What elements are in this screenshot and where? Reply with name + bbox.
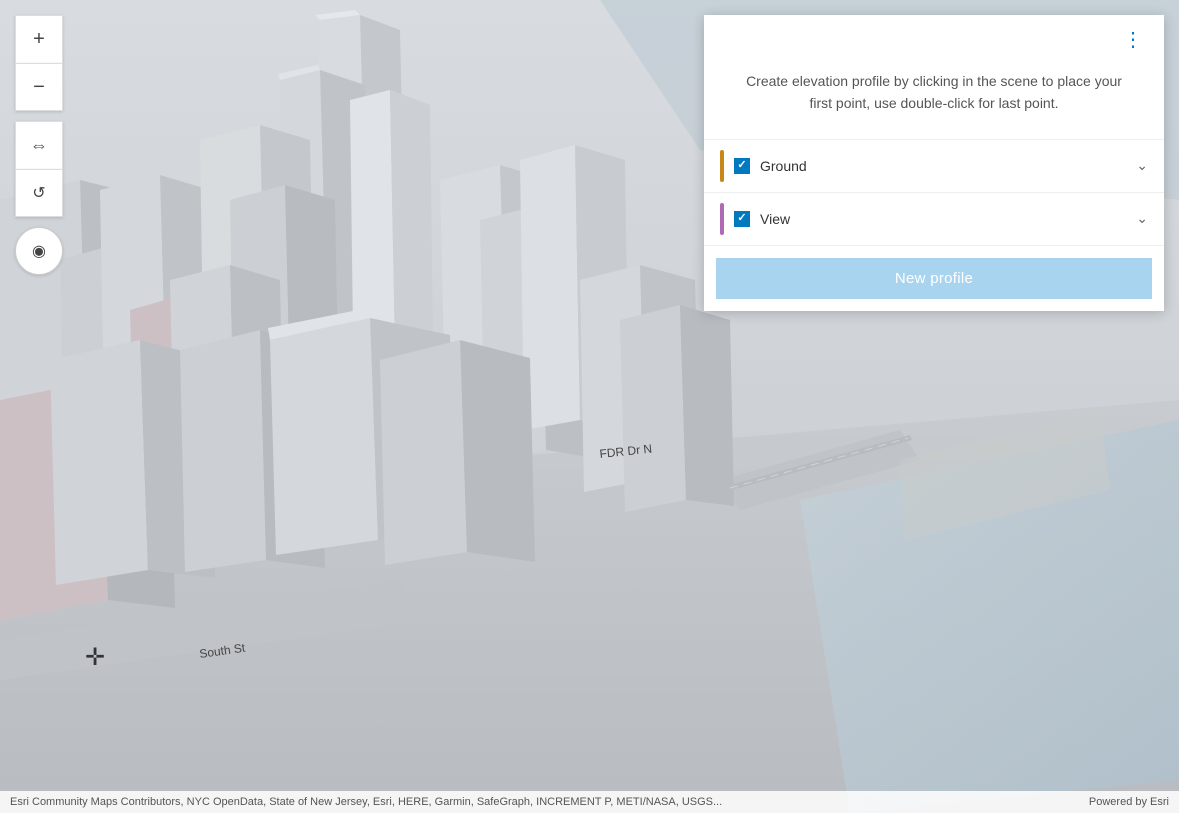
zoom-out-button[interactable]: − <box>15 63 63 111</box>
more-options-button[interactable]: ⋮ <box>1117 25 1150 54</box>
attribution-text-left: Esri Community Maps Contributors, NYC Op… <box>10 796 722 808</box>
new-profile-button[interactable]: New profile <box>716 258 1152 299</box>
ground-checkbox[interactable] <box>734 158 750 174</box>
svg-text:✛: ✛ <box>85 644 105 671</box>
navigation-controls: ⇔ ↺ <box>15 121 63 217</box>
view-layer-row[interactable]: View ⌄ <box>704 193 1164 246</box>
ground-layer-row[interactable]: Ground ⌄ <box>704 140 1164 193</box>
panel-header: ⋮ <box>704 15 1164 60</box>
attribution-bar: Esri Community Maps Contributors, NYC Op… <box>0 791 1179 813</box>
ground-color-bar <box>720 150 724 182</box>
pan-button[interactable]: ⇔ <box>15 121 63 169</box>
panel-description: Create elevation profile by clicking in … <box>704 60 1164 140</box>
ground-chevron-icon: ⌄ <box>1136 157 1148 174</box>
attribution-text-right: Powered by Esri <box>1089 796 1169 808</box>
map-controls: + − ⇔ ↺ ◉ <box>15 15 63 275</box>
view-chevron-icon: ⌄ <box>1136 210 1148 227</box>
view-checkbox[interactable] <box>734 211 750 227</box>
ground-label: Ground <box>760 158 1136 174</box>
zoom-in-button[interactable]: + <box>15 15 63 63</box>
compass-button[interactable]: ◉ <box>15 227 63 275</box>
view-label: View <box>760 211 1136 227</box>
rotate-button[interactable]: ↺ <box>15 169 63 217</box>
elevation-profile-panel: ⋮ Create elevation profile by clicking i… <box>704 15 1164 311</box>
zoom-controls: + − <box>15 15 63 111</box>
view-color-bar <box>720 203 724 235</box>
